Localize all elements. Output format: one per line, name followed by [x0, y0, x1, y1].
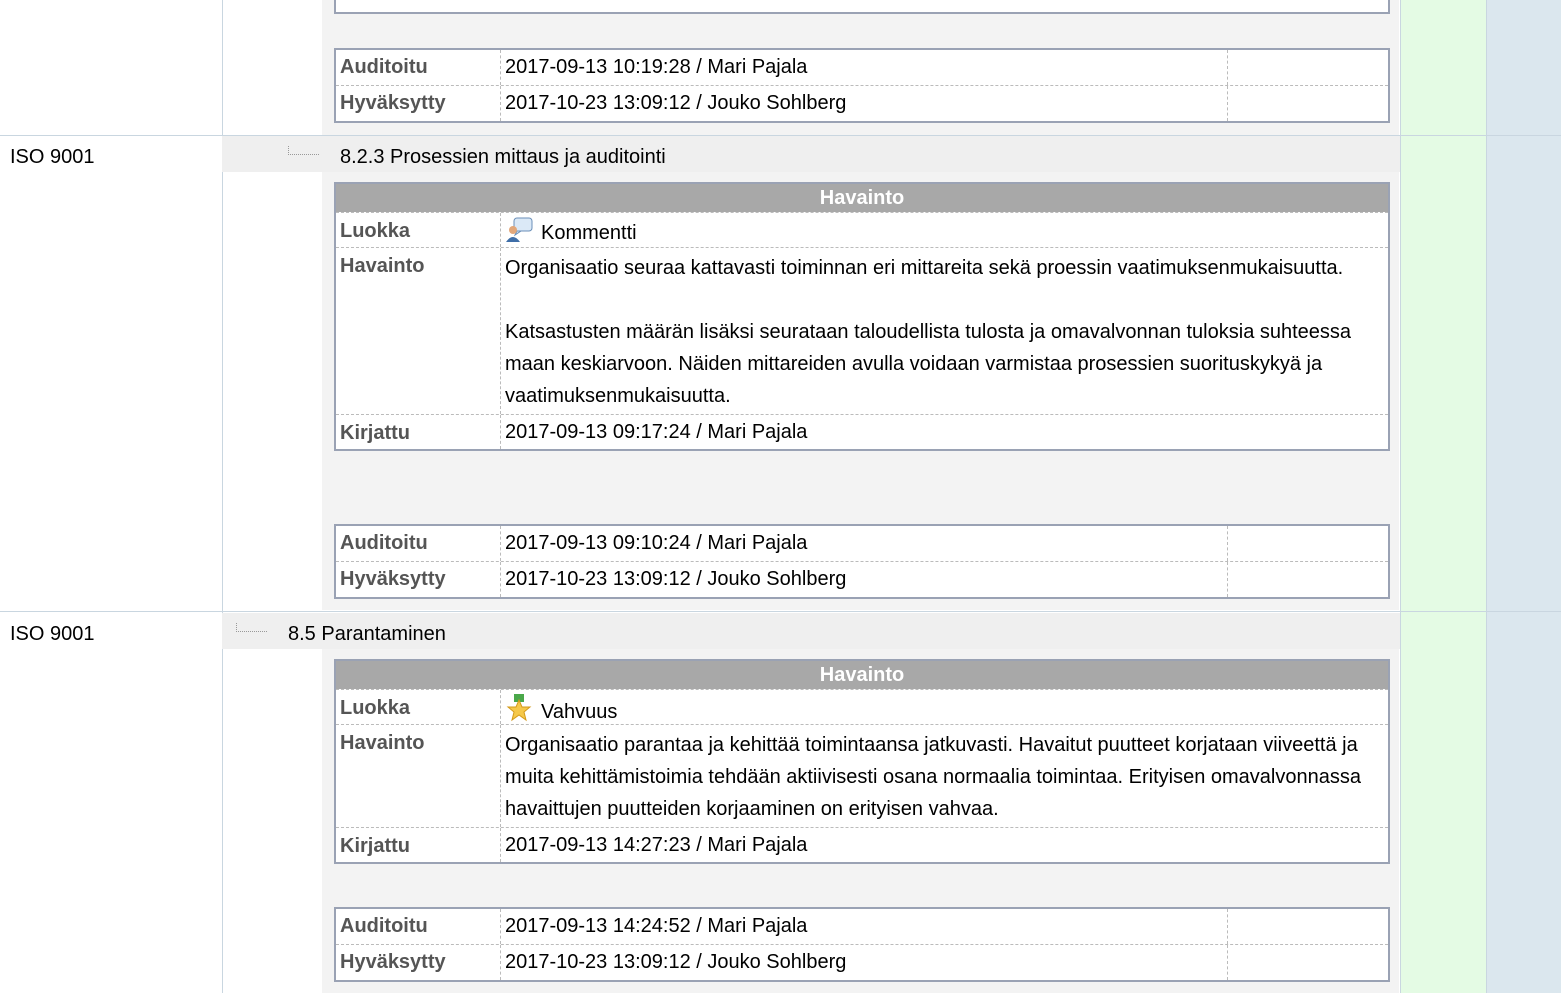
standard-label: ISO 9001 [10, 146, 95, 168]
column-divider [1400, 0, 1401, 993]
row-divider [0, 611, 1561, 612]
audited-value: 2017-09-13 14:24:52 / Mari Pajala [500, 909, 1227, 944]
audit-box: Auditoitu 2017-09-13 10:19:28 / Mari Paj… [334, 48, 1390, 123]
tree-connector [288, 146, 319, 155]
approved-row: Hyväksytty 2017-10-23 13:09:12 / Jouko S… [336, 561, 1388, 597]
finding-box-header: Havainto [336, 661, 1388, 689]
approved-row: Hyväksytty 2017-10-23 13:09:12 / Jouko S… [336, 944, 1388, 980]
audit-box: Auditoitu 2017-09-13 09:10:24 / Mari Paj… [334, 524, 1390, 599]
tree-connector [236, 623, 267, 632]
category-row: Luokka Vahvuus [336, 689, 1388, 724]
audited-label: Auditoitu [340, 532, 428, 554]
finding-label: Havainto [340, 732, 425, 754]
audited-label: Auditoitu [340, 915, 428, 937]
audited-row: Auditoitu 2017-09-13 09:10:24 / Mari Paj… [336, 526, 1388, 561]
category-value: Kommentti [541, 222, 637, 244]
approved-value: 2017-10-23 13:09:12 / Jouko Sohlberg [500, 86, 1227, 121]
star-medal-icon [505, 694, 533, 729]
approved-value: 2017-10-23 13:09:12 / Jouko Sohlberg [500, 945, 1227, 980]
audited-row: Auditoitu 2017-09-13 14:24:52 / Mari Paj… [336, 909, 1388, 944]
category-label: Luokka [340, 697, 411, 719]
section-title[interactable]: 8.5 Parantaminen [288, 622, 446, 646]
finding-row: Havainto Organisaatio seuraa kattavasti … [336, 247, 1388, 414]
audited-label: Auditoitu [340, 56, 428, 78]
category-value: Vahvuus [541, 701, 618, 723]
approved-label: Hyväksytty [340, 568, 446, 590]
recorded-value: 2017-09-13 09:17:24 / Mari Pajala [500, 415, 1388, 449]
approved-label: Hyväksytty [340, 92, 446, 114]
finding-label: Havainto [340, 255, 425, 277]
finding-text: Organisaatio parantaa ja kehittää toimin… [505, 734, 1361, 820]
category-row: Luokka Kommentti [336, 212, 1388, 247]
audit-box: Auditoitu 2017-09-13 14:24:52 / Mari Paj… [334, 907, 1390, 982]
approved-label: Hyväksytty [340, 951, 446, 973]
recorded-label: Kirjattu [340, 422, 410, 444]
actions-column [1486, 0, 1561, 993]
finding-box-header: Havainto [336, 184, 1388, 212]
finding-box-remnant [334, 0, 1390, 14]
recorded-row: Kirjattu 2017-09-13 14:27:23 / Mari Paja… [336, 827, 1388, 862]
finding-box: Havainto Luokka Kommentti Havainto Organ… [334, 182, 1390, 451]
finding-box: Havainto Luokka Vahvuus Havainto Organis… [334, 659, 1390, 864]
status-column [1400, 0, 1486, 993]
finding-row: Havainto Organisaatio parantaa ja kehitt… [336, 724, 1388, 827]
approved-row: Hyväksytty 2017-10-23 13:09:12 / Jouko S… [336, 85, 1388, 121]
recorded-row: Kirjattu 2017-09-13 09:17:24 / Mari Paja… [336, 414, 1388, 449]
comment-icon [505, 217, 533, 250]
audited-row: Auditoitu 2017-09-13 10:19:28 / Mari Paj… [336, 50, 1388, 85]
column-divider [1486, 0, 1487, 993]
standard-label: ISO 9001 [10, 623, 95, 645]
finding-text: Organisaatio seuraa kattavasti toiminnan… [505, 257, 1344, 279]
recorded-value: 2017-09-13 14:27:23 / Mari Pajala [500, 828, 1388, 862]
recorded-label: Kirjattu [340, 835, 410, 857]
category-label: Luokka [340, 220, 411, 242]
finding-text: Katsastusten määrän lisäksi seurataan ta… [505, 321, 1352, 407]
section-title[interactable]: 8.2.3 Prosessien mittaus ja auditointi [340, 145, 666, 169]
approved-value: 2017-10-23 13:09:12 / Jouko Sohlberg [500, 562, 1227, 597]
audited-value: 2017-09-13 09:10:24 / Mari Pajala [500, 526, 1227, 561]
audited-value: 2017-09-13 10:19:28 / Mari Pajala [500, 50, 1227, 85]
